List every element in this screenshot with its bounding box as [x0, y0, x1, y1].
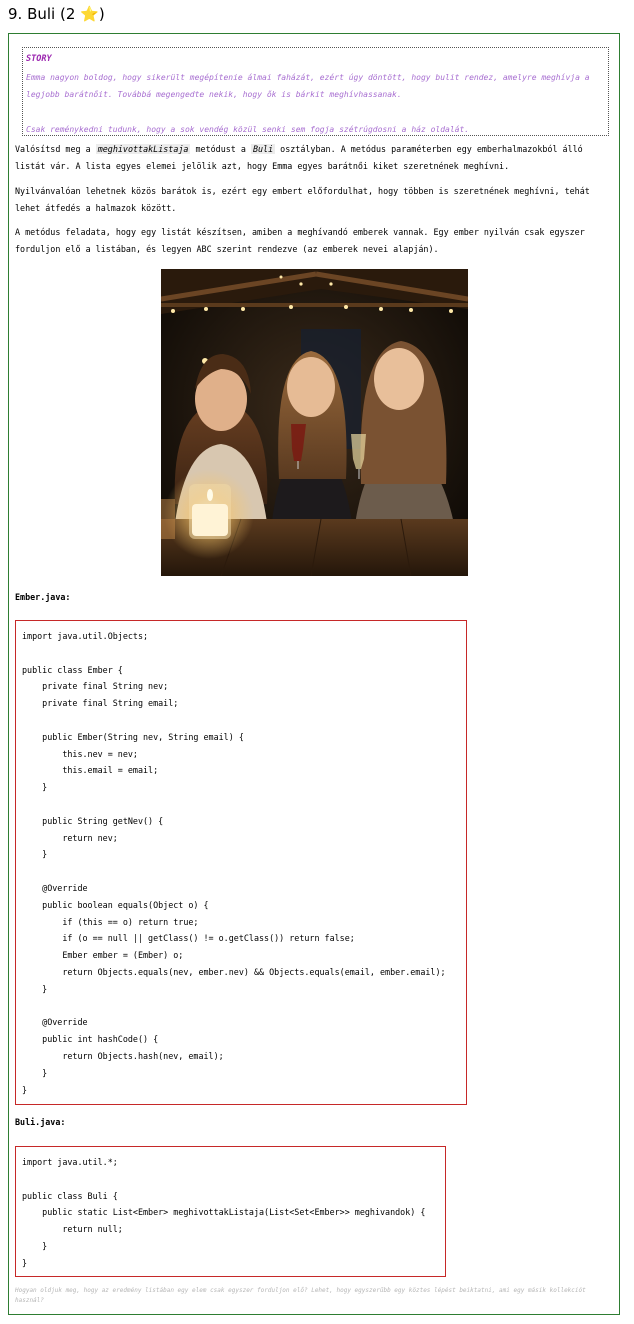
code-line: }: [22, 1240, 48, 1251]
code-line: return Objects.equals(nev, ember.nev) &&…: [22, 966, 446, 977]
code-line: @Override: [22, 882, 88, 893]
code-line: }: [22, 1084, 28, 1095]
method-name: meghivottakListaja: [95, 144, 191, 154]
code-line: private final String nev;: [22, 681, 169, 692]
code-line: this.nev = nev;: [22, 748, 138, 759]
code-line: private final String email;: [22, 698, 179, 709]
para1-pre: Valósítsd meg a: [15, 144, 96, 154]
code-line: }: [22, 782, 48, 793]
overlap-note: Nyilvánvalóan lehetnek közös barátok is,…: [15, 186, 590, 213]
code-line: public class Buli {: [22, 1190, 118, 1201]
code-line: public boolean equals(Object o) {: [22, 899, 209, 910]
task-requirement: A metódus feladata, hogy egy listát kész…: [15, 227, 585, 254]
code-line: return Objects.hash(nev, email);: [22, 1050, 224, 1061]
story-label: STORY: [26, 54, 52, 64]
code-line: public Ember(String nev, String email) {: [22, 731, 244, 742]
code-line: return null;: [22, 1224, 123, 1235]
code-line: Ember ember = (Ember) o;: [22, 950, 184, 961]
code-line: public class Ember {: [22, 664, 123, 675]
code-line: import java.util.*;: [22, 1157, 118, 1167]
story-box: STORY Emma nagyon boldog, hogy sikerült …: [22, 47, 609, 136]
story-text-2: Csak reménykedni tudunk, hogy a sok vend…: [26, 125, 470, 134]
hint-text: Hogyan oldjuk meg, hogy az eredmény list…: [15, 1287, 586, 1304]
code-line: if (this == o) return true;: [22, 916, 199, 927]
code-line: return nev;: [22, 832, 118, 843]
star-icon: ⭐: [80, 5, 99, 23]
code-line: public static List<Ember> meghivottakLis…: [22, 1207, 426, 1218]
code-line: public String getNev() {: [22, 815, 164, 826]
code-line: }: [22, 1257, 28, 1268]
ember-file-label: Ember.java:: [15, 592, 71, 602]
buli-code-block: import java.util.*; public class Buli { p…: [15, 1146, 446, 1277]
code-line: if (o == null || getClass() != o.getClas…: [22, 933, 355, 944]
page-title: 9. Buli (2 ⭐): [8, 4, 105, 24]
para1-mid: metódust a: [190, 144, 251, 154]
task-panel: STORY Emma nagyon boldog, hogy sikerült …: [8, 33, 620, 1315]
title-close: ): [98, 5, 105, 23]
code-line: public int hashCode() {: [22, 1034, 159, 1045]
code-line: import java.util.Objects;: [22, 631, 149, 641]
class-name: Buli: [250, 144, 276, 154]
ember-code-block: import java.util.Objects; public class Em…: [15, 620, 467, 1105]
code-line: }: [22, 849, 48, 860]
story-text: Emma nagyon boldog, hogy sikerült megépí…: [26, 73, 590, 99]
code-line: @Override: [22, 1017, 88, 1028]
title-text: 9. Buli (2: [8, 5, 81, 23]
code-line: this.email = email;: [22, 765, 159, 776]
buli-file-label: Buli.java:: [15, 1117, 66, 1127]
code-line: }: [22, 983, 48, 994]
party-photo: [161, 269, 468, 576]
code-line: }: [22, 1067, 48, 1078]
task-description: Valósítsd meg a meghivottakListaja metód…: [15, 141, 613, 175]
